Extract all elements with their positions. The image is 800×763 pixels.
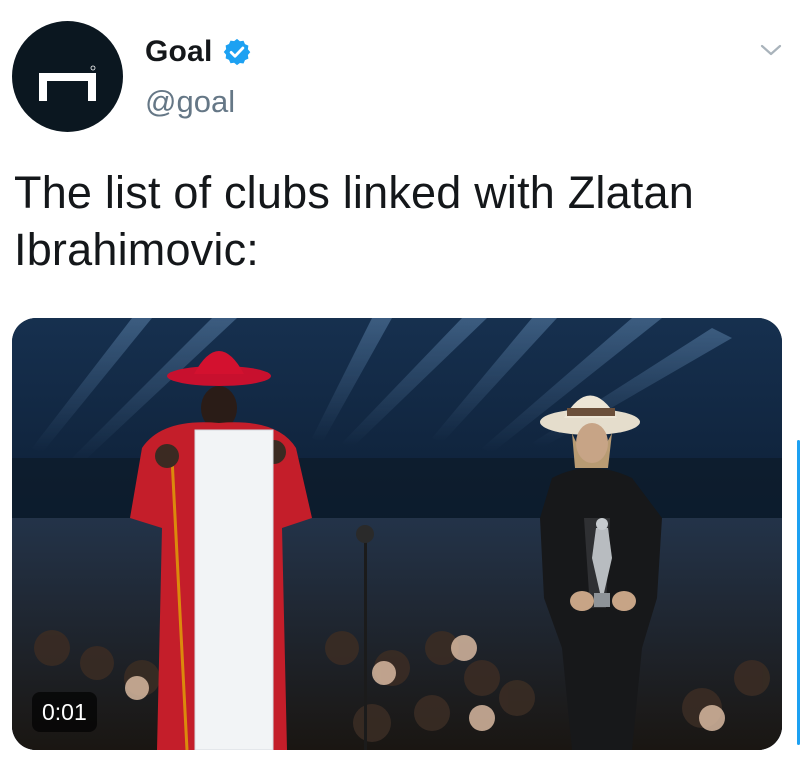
video-player[interactable]: 0:01 xyxy=(12,318,782,750)
avatar[interactable] xyxy=(12,21,123,132)
goal-logo-icon xyxy=(39,65,96,101)
display-name[interactable]: Goal xyxy=(145,35,212,69)
user-handle[interactable]: @goal xyxy=(145,84,235,120)
verified-badge-icon xyxy=(222,37,252,67)
name-row: Goal xyxy=(145,30,252,74)
tweet-card: Goal @goal The list of clubs linked with… xyxy=(0,0,800,763)
video-thumbnail xyxy=(12,318,782,750)
tweet-text: The list of clubs linked with Zlatan Ibr… xyxy=(14,167,695,275)
video-duration: 0:01 xyxy=(32,692,97,732)
chevron-down-icon[interactable] xyxy=(758,40,784,60)
author-info: Goal xyxy=(145,30,252,74)
